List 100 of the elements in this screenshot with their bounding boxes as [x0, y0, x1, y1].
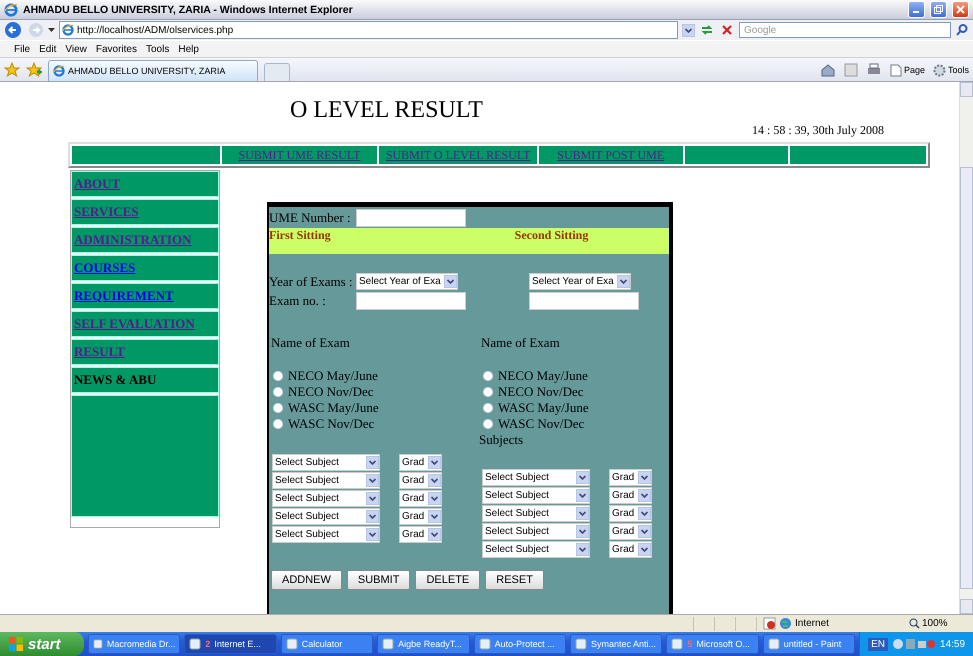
toolbar-button[interactable]: Page	[890, 64, 925, 76]
zoom-icon	[909, 618, 920, 629]
print-icon[interactable]	[866, 63, 882, 77]
sitting-heading: Second Sitting	[514, 228, 588, 243]
add-favorite-icon[interactable]	[26, 62, 42, 78]
radio-button[interactable]	[273, 387, 283, 397]
section-label: Subjects	[479, 432, 524, 447]
form-button[interactable]: SUBMIT	[346, 570, 410, 590]
taskbar-button[interactable]: Macromedia Dr...	[88, 634, 180, 654]
dropdown[interactable]: Grad	[609, 487, 652, 504]
dropdown[interactable]: Grad	[399, 454, 442, 471]
caret-icon	[366, 474, 379, 487]
form-button[interactable]: DELETE	[415, 570, 480, 590]
home-icon[interactable]	[820, 63, 836, 77]
caret-icon	[638, 507, 651, 520]
language-indicator[interactable]: EN	[868, 638, 888, 650]
clock: 14:59	[940, 638, 966, 650]
app-icon	[286, 638, 298, 650]
radio-button[interactable]	[273, 419, 283, 429]
dropdown[interactable]: Grad	[399, 490, 442, 507]
dropdown[interactable]: Grad	[399, 526, 442, 543]
taskbar-button[interactable]: 2 Internet E...	[184, 634, 277, 654]
caret-icon	[682, 24, 695, 36]
tray-icons[interactable]	[892, 637, 936, 651]
field-label: Exam no. :	[269, 292, 327, 308]
taskbar-button[interactable]: untitled - Paint	[762, 634, 856, 654]
caret-icon	[366, 510, 379, 523]
menu-item[interactable]: Tools	[146, 44, 170, 54]
close-button[interactable]	[952, 1, 969, 18]
page-icon	[62, 24, 74, 36]
taskbar-button[interactable]: Calculator	[280, 634, 374, 654]
taskbar-button[interactable]: Symantec Anti...	[570, 634, 662, 654]
radio-button[interactable]	[483, 403, 493, 413]
address-field[interactable]: http://localhost/ADM/olservices.php	[59, 21, 678, 39]
caret-icon	[366, 492, 379, 505]
taskbar-label: Auto-Protect ...	[494, 639, 555, 649]
window-title: AHMADU BELLO UNIVERSITY, ZARIA - Windows Internet Explorer	[23, 4, 354, 16]
menu-item[interactable]: View	[65, 44, 87, 54]
dropdown[interactable]: Grad	[609, 523, 652, 540]
dropdown[interactable]: Select Year of Exa	[356, 273, 458, 290]
dropdown[interactable]: Select Subject	[482, 469, 590, 486]
star-icon[interactable]	[4, 62, 20, 78]
dropdown[interactable]: Select Subject	[482, 541, 590, 558]
dropdown[interactable]: Grad	[609, 469, 652, 486]
form-button[interactable]: RESET	[485, 570, 544, 590]
radio-button[interactable]	[483, 371, 493, 381]
caret-icon	[428, 492, 441, 505]
dropdown[interactable]: Select Subject	[272, 490, 380, 507]
dropdown[interactable]: Grad	[399, 508, 442, 525]
taskbar-label: Macromedia Dr...	[106, 639, 176, 649]
menu-item[interactable]: Favorites	[96, 44, 137, 54]
radio-button[interactable]	[273, 403, 283, 413]
date-time: 14 : 58 : 39, 30th July 2008	[752, 123, 886, 139]
zone-label: Internet	[795, 618, 829, 629]
back-icon[interactable]	[4, 21, 24, 39]
menu-item[interactable]: Help	[178, 44, 199, 54]
radio-label: NECO Nov/Dec	[498, 384, 584, 400]
radio-button[interactable]	[483, 419, 493, 429]
new-tab-button[interactable]	[264, 63, 290, 81]
menu-item[interactable]: Edit	[39, 44, 56, 54]
taskbar-button[interactable]: Auto-Protect ...	[474, 634, 566, 654]
radio-button[interactable]	[273, 371, 283, 381]
radio-label: WASC May/June	[288, 400, 379, 416]
taskbar-button[interactable]: Aigbe ReadyT...	[377, 634, 470, 654]
input-field[interactable]	[356, 208, 466, 226]
dropdown[interactable]: Grad	[609, 505, 652, 522]
dropdown[interactable]: Select Subject	[482, 505, 590, 522]
app-icon	[671, 638, 684, 650]
menu-item[interactable]: File	[14, 44, 30, 54]
window-count: 5	[687, 639, 692, 649]
dropdown[interactable]: Grad	[399, 472, 442, 489]
scrollbar[interactable]	[959, 82, 973, 614]
dropdown[interactable]: Grad	[609, 541, 652, 558]
dropdown[interactable]: Select Subject	[272, 454, 380, 471]
caret-icon	[638, 525, 651, 538]
browser-tab[interactable]: AHMADU BELLO UNIVERSITY, ZARIA	[48, 60, 258, 81]
search-icon[interactable]	[955, 23, 969, 37]
dropdown[interactable]: Select Subject	[272, 526, 380, 543]
sitting-heading: First Sitting	[269, 228, 331, 243]
taskbar-button[interactable]: 5 Microsoft O...	[666, 634, 759, 654]
dropdown[interactable]: Select Subject	[482, 523, 590, 540]
app-icon	[478, 638, 491, 650]
minimize-button[interactable]	[908, 1, 925, 18]
dropdown[interactable]: Select Subject	[482, 487, 590, 504]
form-button[interactable]: ADDNEW	[271, 570, 342, 590]
radio-button[interactable]	[483, 387, 493, 397]
caret-icon	[576, 507, 589, 520]
zoom-control[interactable]: 100%	[909, 618, 973, 629]
feed-icon[interactable]	[844, 63, 858, 77]
search-field[interactable]: Google	[739, 22, 951, 38]
page-icon	[890, 64, 902, 76]
caret-icon	[576, 471, 589, 484]
caret-icon[interactable]	[48, 28, 55, 32]
toolbar-button[interactable]: Tools	[932, 64, 969, 76]
dropdown[interactable]: Select Subject	[272, 472, 380, 489]
maximize-button[interactable]	[930, 1, 947, 18]
input-field[interactable]	[529, 292, 639, 310]
dropdown[interactable]: Select Subject	[272, 508, 380, 525]
dropdown[interactable]: Select Year of Exa	[529, 273, 631, 290]
input-field[interactable]	[356, 292, 466, 310]
